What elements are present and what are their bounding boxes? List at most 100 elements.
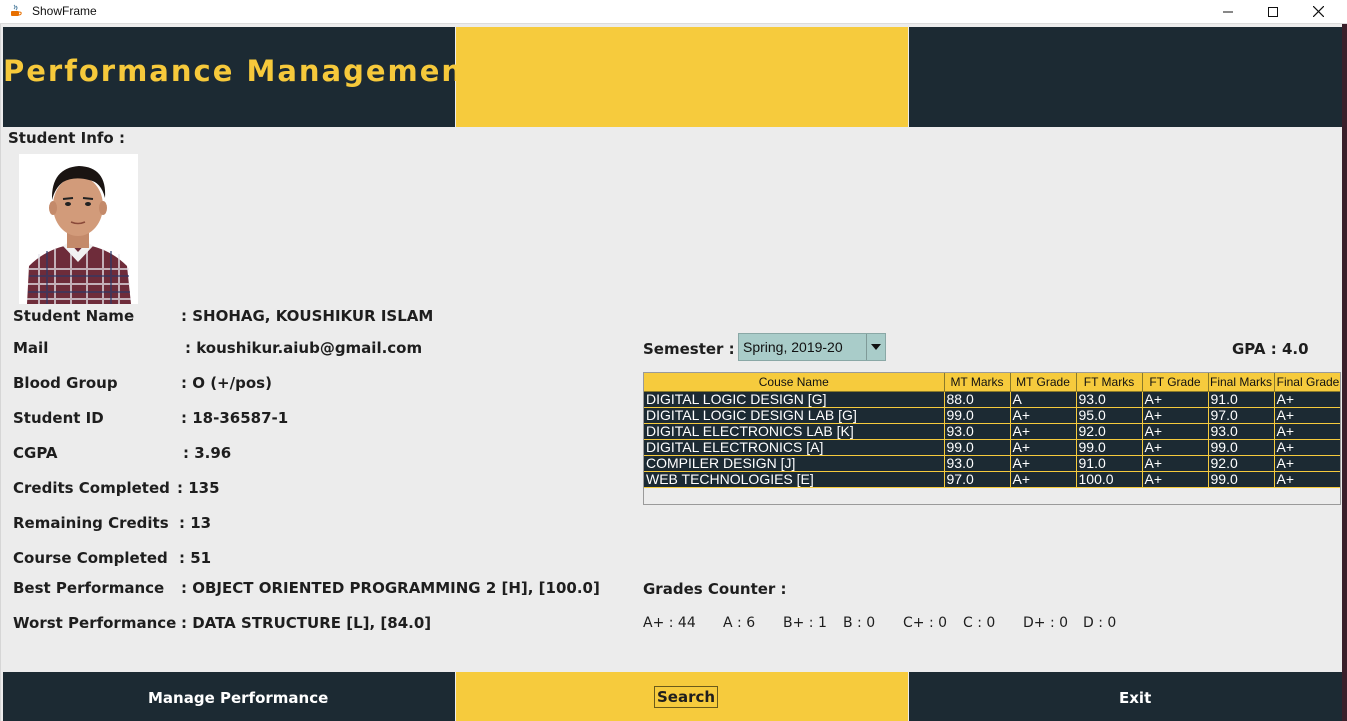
student-name-value: : SHOHAG, KOUSHIKUR ISLAM [181, 307, 434, 325]
cgpa-label: CGPA [13, 444, 58, 462]
table-cell: A+ [1274, 407, 1340, 424]
table-cell: 93.0 [1208, 423, 1275, 440]
table-row[interactable]: COMPILER DESIGN [J] 93.0 A+ 91.0 A+ 92.0… [644, 455, 1340, 472]
semester-selected-value: Spring, 2019-20 [743, 339, 843, 355]
student-info-label: Student Info : [8, 129, 125, 147]
header-right-panel [909, 27, 1342, 127]
main-frame: Performance Management Student Info : St… [0, 24, 1342, 721]
column-header[interactable]: Final Grade [1274, 373, 1340, 392]
gpa-label: GPA : 4.0 [1232, 340, 1309, 358]
table-cell: 99.0 [1208, 471, 1275, 488]
table-cell: 93.0 [1076, 391, 1143, 408]
table-cell: DIGITAL ELECTRONICS LAB [K] [644, 423, 945, 440]
grade-count-b-plus: B+ : 1 [783, 615, 827, 631]
exit-button[interactable]: Exit [1119, 689, 1151, 707]
table-cell: A+ [1010, 423, 1077, 440]
course-table: Couse Name MT Marks MT Grade FT Marks FT… [644, 373, 1340, 488]
manage-performance-button[interactable]: Manage Performance [148, 689, 328, 707]
student-id-label: Student ID [13, 409, 104, 427]
blood-group-label: Blood Group [13, 374, 118, 392]
student-photo [19, 154, 138, 304]
table-cell: A+ [1274, 471, 1340, 488]
page-title: Performance Management [3, 54, 480, 88]
table-cell: A [1010, 391, 1077, 408]
table-cell: A+ [1142, 423, 1209, 440]
course-completed-label: Course Completed [13, 549, 168, 567]
close-icon [1312, 6, 1324, 17]
table-cell: A+ [1142, 391, 1209, 408]
maximize-button[interactable] [1250, 0, 1296, 23]
remaining-credits-label: Remaining Credits [13, 514, 169, 532]
table-row[interactable]: DIGITAL ELECTRONICS LAB [K] 93.0 A+ 92.0… [644, 423, 1340, 440]
search-button[interactable]: Search [654, 686, 719, 708]
table-row[interactable]: DIGITAL LOGIC DESIGN LAB [G] 99.0 A+ 95.… [644, 407, 1340, 424]
window-titlebar: ShowFrame [0, 0, 1347, 24]
semester-dropdown[interactable]: Spring, 2019-20 [738, 333, 886, 361]
table-cell: WEB TECHNOLOGIES [E] [644, 471, 945, 488]
table-cell: 99.0 [1208, 439, 1275, 456]
course-completed-value: : 51 [179, 549, 212, 567]
worst-performance-label: Worst Performance [13, 614, 177, 632]
table-cell: A+ [1010, 471, 1077, 488]
table-cell: A+ [1274, 423, 1340, 440]
credits-completed-label: Credits Completed [13, 479, 170, 497]
worst-performance-value: : DATA STRUCTURE [L], [84.0] [181, 614, 432, 632]
table-cell: A+ [1142, 407, 1209, 424]
window-title: ShowFrame [32, 4, 97, 18]
table-cell: A+ [1142, 471, 1209, 488]
column-header[interactable]: FT Marks [1076, 373, 1143, 392]
table-cell: DIGITAL LOGIC DESIGN [G] [644, 391, 945, 408]
table-cell: 97.0 [944, 471, 1011, 488]
table-cell: 95.0 [1076, 407, 1143, 424]
table-cell: 99.0 [944, 439, 1011, 456]
minimize-icon [1223, 11, 1233, 12]
grade-count-d: D : 0 [1083, 615, 1117, 631]
table-row[interactable]: DIGITAL LOGIC DESIGN [G] 88.0 A 93.0 A+ … [644, 391, 1340, 408]
table-cell: 99.0 [1076, 439, 1143, 456]
dropdown-arrow-button[interactable] [866, 334, 885, 360]
grade-count-d-plus: D+ : 0 [1023, 615, 1069, 631]
table-cell: 93.0 [944, 455, 1011, 472]
close-button[interactable] [1295, 0, 1341, 23]
blood-group-value: : O (+/pos) [181, 374, 272, 392]
table-cell: 92.0 [1208, 455, 1275, 472]
table-cell: A+ [1010, 407, 1077, 424]
java-app-icon [11, 4, 22, 16]
column-header[interactable]: MT Marks [944, 373, 1011, 392]
table-row[interactable]: WEB TECHNOLOGIES [E] 97.0 A+ 100.0 A+ 99… [644, 471, 1340, 488]
table-cell: COMPILER DESIGN [J] [644, 455, 945, 472]
table-cell: 93.0 [944, 423, 1011, 440]
minimize-button[interactable] [1205, 0, 1251, 23]
grade-count-c: C : 0 [963, 615, 996, 631]
table-cell: A+ [1142, 439, 1209, 456]
remaining-credits-value: : 13 [179, 514, 212, 532]
semester-label: Semester : [643, 340, 735, 358]
table-cell: A+ [1010, 439, 1077, 456]
cgpa-value: : 3.96 [183, 444, 232, 462]
grade-count-a-plus: A+ : 44 [643, 615, 696, 631]
table-cell: DIGITAL LOGIC DESIGN LAB [G] [644, 407, 945, 424]
column-header[interactable]: Final Marks [1208, 373, 1275, 392]
best-performance-label: Best Performance [13, 579, 165, 597]
student-name-label: Student Name [13, 307, 135, 325]
chevron-down-icon [871, 344, 881, 350]
course-table-container[interactable]: Couse Name MT Marks MT Grade FT Marks FT… [643, 372, 1341, 505]
table-cell: 99.0 [944, 407, 1011, 424]
header-middle-panel [456, 27, 908, 127]
table-cell: 88.0 [944, 391, 1011, 408]
column-header[interactable]: Couse Name [644, 373, 945, 392]
table-cell: A+ [1010, 455, 1077, 472]
table-row[interactable]: DIGITAL ELECTRONICS [A] 99.0 A+ 99.0 A+ … [644, 439, 1340, 456]
maximize-icon [1268, 6, 1278, 17]
column-header[interactable]: FT Grade [1142, 373, 1209, 392]
column-header[interactable]: MT Grade [1010, 373, 1077, 392]
table-cell: A+ [1274, 455, 1340, 472]
grade-count-a: A : 6 [723, 615, 756, 631]
mail-value: : koushikur.aiub@gmail.com [185, 339, 423, 357]
table-cell: A+ [1274, 439, 1340, 456]
table-header-row: Couse Name MT Marks MT Grade FT Marks FT… [644, 373, 1340, 392]
table-cell: 97.0 [1208, 407, 1275, 424]
table-cell: A+ [1274, 391, 1340, 408]
table-cell: 91.0 [1076, 455, 1143, 472]
mail-label: Mail [13, 339, 49, 357]
